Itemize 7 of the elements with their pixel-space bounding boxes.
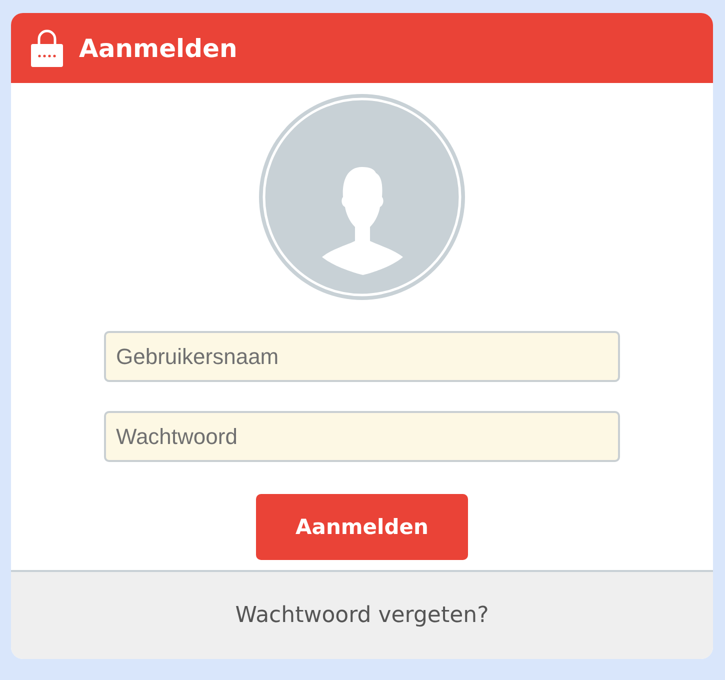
header-title: Aanmelden [79,34,238,62]
username-field[interactable]: Gebruikersnaam [104,331,620,382]
password-field[interactable]: Wachtwoord [104,411,620,462]
login-button[interactable]: Aanmelden [256,494,468,560]
forgot-password-link[interactable]: Wachtwoord vergeten? [235,603,489,628]
avatar-icon [257,92,467,302]
lock-icon [31,29,63,67]
